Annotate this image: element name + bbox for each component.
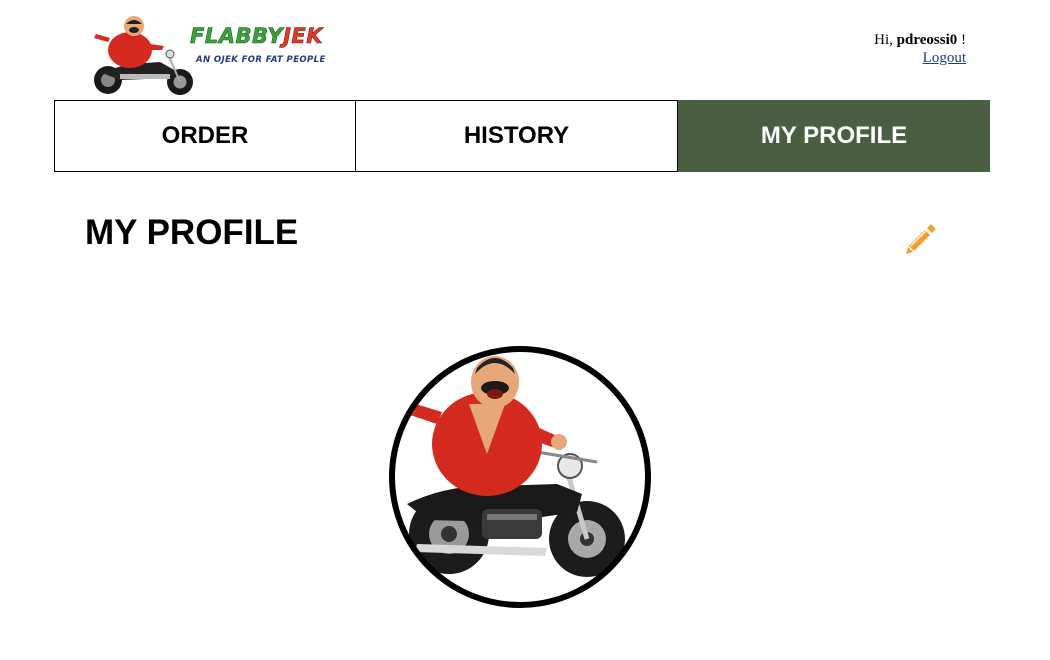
tab-order[interactable]: ORDER <box>54 100 356 172</box>
username: pdreossi0 <box>896 32 958 48</box>
user-greeting: Hi, pdreossi0 ! <box>874 31 966 49</box>
fat-man-motorcycle-icon <box>94 16 193 95</box>
tab-my-profile[interactable]: MY PROFILE <box>678 100 990 172</box>
profile-avatar <box>387 344 653 610</box>
pencil-icon <box>906 224 936 254</box>
greeting-prefix: Hi, <box>874 32 897 48</box>
greeting-suffix: ! <box>957 32 966 48</box>
brand-tagline: AN OJEK FOR FAT PEOPLE <box>196 55 326 65</box>
main-nav: ORDER HISTORY MY PROFILE <box>54 100 990 172</box>
page-title: MY PROFILE <box>85 213 299 252</box>
tab-history[interactable]: HISTORY <box>356 100 678 172</box>
brand-name-part1: FLABBY <box>190 24 284 48</box>
logout-link[interactable]: Logout <box>923 50 966 66</box>
brand-logo[interactable]: FLABBYJEK AN OJEK FOR FAT PEOPLE <box>90 14 352 98</box>
brand-name-part2: JEK <box>283 24 323 48</box>
edit-profile-button[interactable] <box>903 222 937 256</box>
brand-name: FLABBYJEK <box>190 24 323 48</box>
user-box: Hi, pdreossi0 ! Logout <box>874 31 966 67</box>
fat-man-motorcycle-avatar-icon <box>389 346 651 608</box>
